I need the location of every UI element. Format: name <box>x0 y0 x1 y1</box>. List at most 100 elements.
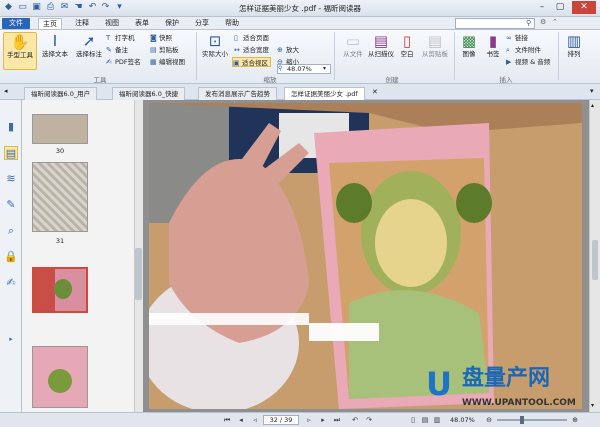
last-page-icon[interactable]: ⏭ <box>332 415 342 425</box>
page-number-input[interactable]: 32 / 39 <box>263 415 299 425</box>
hand-qa-icon[interactable]: ☚ <box>73 2 84 13</box>
file-attachment-button[interactable]: ⌕ 文件附件 <box>506 45 541 55</box>
layers-panel-icon[interactable]: ≋ <box>4 172 18 186</box>
fit-width-button[interactable]: ↔ 适合宽度 <box>234 45 269 55</box>
pages-panel-icon[interactable]: ▤ <box>4 146 18 160</box>
zoom-in-button[interactable]: ⊕ 放大 <box>277 45 299 55</box>
save-icon[interactable]: ▣ <box>31 2 42 13</box>
tab-list-icon[interactable]: ▾ <box>590 87 594 95</box>
pdf-sign-button[interactable]: ✍ PDF签名 <box>106 57 141 67</box>
scroll-down-icon[interactable]: ▾ <box>591 402 594 409</box>
clipboard-button[interactable]: ▤ 剪贴板 <box>150 45 179 55</box>
video-icon: ▶ <box>506 58 512 66</box>
previous-view-icon[interactable]: ↶ <box>350 415 360 425</box>
customize-icon[interactable]: ▾ <box>114 2 125 13</box>
facing-icon[interactable]: ▥ <box>432 415 442 425</box>
arrange-button[interactable]: ▥ 排列 <box>561 32 587 70</box>
from-clipboard-button[interactable]: ▤ 从剪贴板 <box>418 32 452 70</box>
minimize-button[interactable]: – <box>534 1 550 14</box>
settings-icon[interactable]: ⚙ <box>540 18 550 28</box>
zoom-out-button[interactable]: ⊖ 缩小 <box>277 57 299 67</box>
thumbnail-page-33[interactable] <box>32 346 88 408</box>
menu-home[interactable]: 主页 <box>38 18 62 29</box>
app-logo-icon: ◆ <box>5 2 12 12</box>
bookmark-icon: ▮ <box>488 32 498 50</box>
note-icon: ✎ <box>106 46 112 54</box>
comments-panel-icon[interactable]: ✎ <box>4 198 18 212</box>
thumbnail-label: 31 <box>55 237 65 245</box>
thumbnails-scrollbar-thumb[interactable] <box>135 248 142 300</box>
select-annotation-button[interactable]: ➚ 选择标注 <box>72 32 106 70</box>
image-button[interactable]: ▩ 图像 <box>456 32 482 70</box>
viewer-scrollbar-thumb[interactable] <box>592 240 598 280</box>
hand-tool-button[interactable]: ✋ 手型工具 <box>3 32 37 70</box>
scroll-up-icon[interactable]: ▴ <box>591 102 594 109</box>
tab-doc-3[interactable]: 发布消息展示广告趋势 <box>198 87 277 100</box>
status-zoom-in-icon[interactable]: ⊕ <box>570 415 580 425</box>
single-page-icon[interactable]: ▯ <box>408 415 418 425</box>
continuous-icon[interactable]: ▤ <box>420 415 430 425</box>
typewriter-button[interactable]: T 打字机 <box>106 33 135 43</box>
next-page-icon[interactable]: ▸ <box>318 415 328 425</box>
tab-doc-4[interactable]: 怎样证据美丽少女 .pdf <box>284 87 365 100</box>
back-icon[interactable]: ◃ <box>250 415 260 425</box>
attachments-panel-icon[interactable]: ⌕ <box>4 224 18 238</box>
redo-icon[interactable]: ↷ <box>100 2 111 13</box>
prev-page-icon[interactable]: ◂ <box>236 415 246 425</box>
thumbnail-page-32-selected[interactable] <box>32 267 88 313</box>
tab-doc-1[interactable]: 福昕阅读器6.0_用户 <box>24 87 98 100</box>
viewer-vertical-scrollbar[interactable]: ▴ ▾ <box>589 100 600 412</box>
security-panel-icon[interactable]: 🔒 <box>4 250 18 264</box>
email-icon[interactable]: ✉ <box>59 2 70 13</box>
group-label-insert: 插入 <box>499 76 513 84</box>
menu-file[interactable]: 文件 <box>2 18 30 29</box>
search-icon[interactable]: ⚲ <box>526 19 535 28</box>
undo-icon[interactable]: ↶ <box>87 2 98 13</box>
first-page-icon[interactable]: ⏮ <box>222 415 232 425</box>
blank-button[interactable]: ▯ 空白 <box>394 32 420 70</box>
from-scanner-button[interactable]: ▤ 从扫描仪 <box>364 32 398 70</box>
upantool-logo-icon: U <box>426 365 452 403</box>
menu-form[interactable]: 表单 <box>130 18 154 29</box>
search-input[interactable] <box>455 18 535 29</box>
tab-close-icon[interactable]: ✕ <box>372 88 378 96</box>
status-zoom-out-icon[interactable]: ⊖ <box>484 415 494 425</box>
arrow-cursor-icon: ➚ <box>82 32 96 50</box>
thumbnail-label: 30 <box>55 147 65 155</box>
bookmark-button[interactable]: ▮ 书签 <box>480 32 506 70</box>
next-view-icon[interactable]: ↷ <box>364 415 374 425</box>
snapshot-button[interactable]: ◙ 快照 <box>150 33 172 43</box>
zoom-out-icon: ⊖ <box>277 58 283 66</box>
note-button[interactable]: ✎ 备注 <box>106 45 128 55</box>
actual-size-button[interactable]: ⊡ 实际大小 <box>198 32 232 70</box>
thumbnail-page-31[interactable] <box>32 162 88 232</box>
video-audio-button[interactable]: ▶ 视频 & 音频 <box>506 57 550 67</box>
link-button[interactable]: ∞ 链接 <box>506 33 528 43</box>
thumbnail-page-30[interactable] <box>32 114 88 144</box>
menu-view[interactable]: 视图 <box>100 18 124 29</box>
select-text-button[interactable]: Ⅰ 选择文本 <box>38 32 72 70</box>
zoom-dropdown-icon[interactable]: ▾ <box>323 65 326 72</box>
minimize-ribbon-icon[interactable]: ⌃ <box>552 18 562 28</box>
open-icon[interactable]: ▭ <box>17 2 28 13</box>
fit-visible-button[interactable]: ▣ 适合视区 <box>232 57 271 67</box>
bookmarks-panel-icon[interactable]: ▮ <box>4 120 18 134</box>
forward-icon[interactable]: ▹ <box>304 415 314 425</box>
menu-share[interactable]: 分享 <box>190 18 214 29</box>
menu-help[interactable]: 帮助 <box>220 18 244 29</box>
print-icon[interactable]: ⎙ <box>45 2 56 13</box>
zoom-slider[interactable] <box>497 419 567 421</box>
fit-page-icon: ▯ <box>234 34 238 42</box>
menu-comment[interactable]: 注释 <box>70 18 94 29</box>
close-button[interactable]: ✕ <box>572 1 596 14</box>
divider <box>334 32 335 80</box>
tab-doc-2[interactable]: 福昕阅读器6.0_快捷 <box>112 87 186 100</box>
menu-protect[interactable]: 保护 <box>160 18 184 29</box>
maximize-button[interactable]: ▢ <box>552 1 568 14</box>
fit-page-button[interactable]: ▯ 适合页面 <box>234 33 269 43</box>
tab-scroll-left-icon[interactable]: ◂ <box>4 87 8 95</box>
edit-view-button[interactable]: ▦ 编辑视图 <box>150 57 185 67</box>
panel-expand-icon[interactable]: ▸ <box>4 332 18 346</box>
zoom-slider-handle[interactable] <box>520 416 524 424</box>
signatures-panel-icon[interactable]: ✍ <box>4 276 18 290</box>
